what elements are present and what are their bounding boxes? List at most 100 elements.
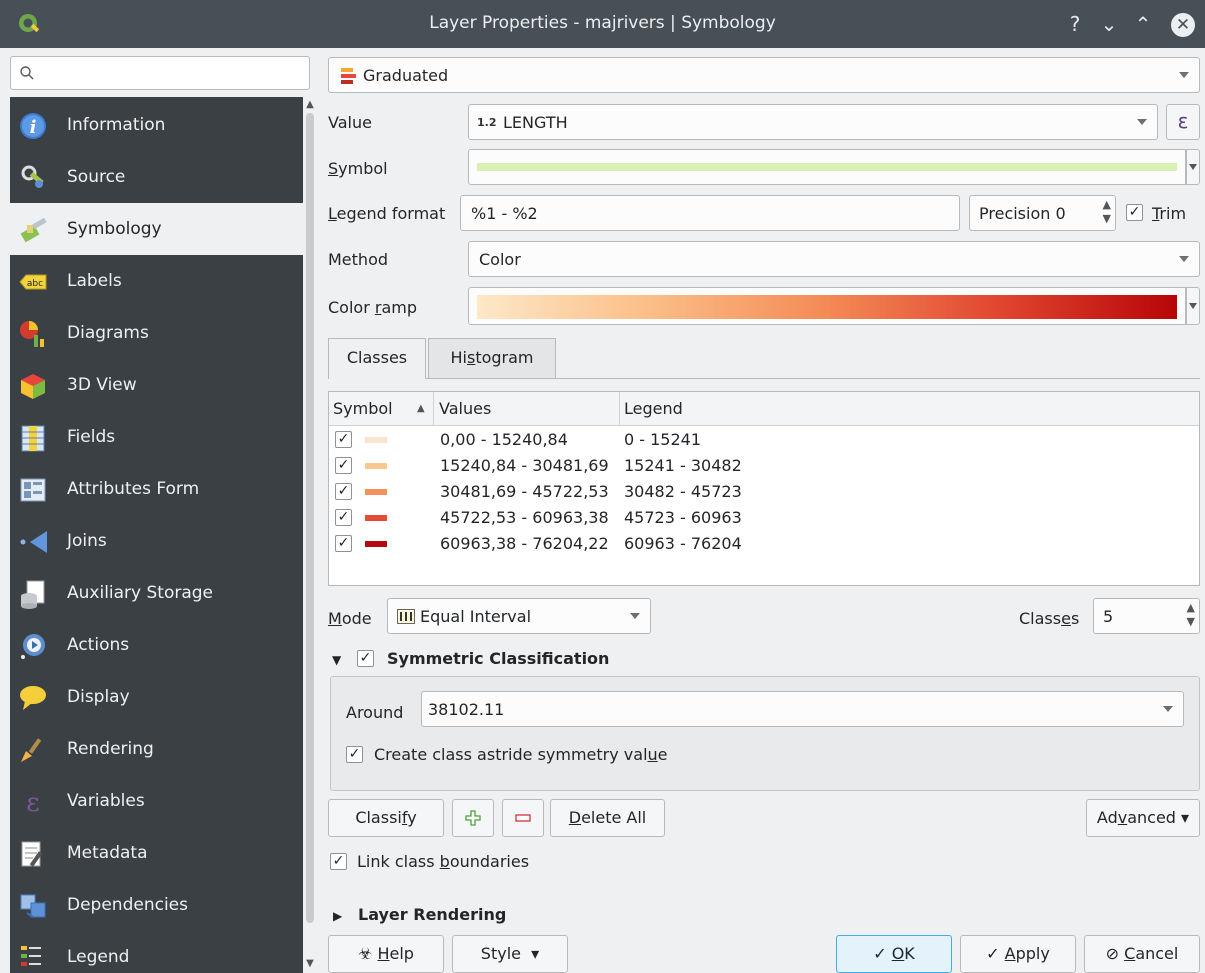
help-window-icon[interactable]: ? <box>1062 10 1088 38</box>
sidebar-item-diagrams[interactable]: Diagrams <box>10 307 303 359</box>
attributes-form-icon <box>20 478 46 502</box>
scroll-down-icon[interactable]: ▼ <box>305 959 315 969</box>
table-row[interactable]: ✓ 45722,53 - 60963,38 45723 - 60963 <box>329 505 1199 531</box>
value-field-select[interactable]: 1.2 LENGTH <box>468 104 1158 140</box>
legend-icon <box>21 946 41 966</box>
advanced-menu-button[interactable]: Advanced ▾ <box>1086 799 1200 837</box>
collapse-triangle-icon[interactable]: ▼ <box>332 653 341 667</box>
table-row[interactable]: ✓ 15240,84 - 30481,69 15241 - 30482 <box>329 453 1199 479</box>
sidebar-item-fields[interactable]: Fields <box>10 411 303 463</box>
precision-spinbox[interactable]: Precision 0 ▲ ▼ <box>969 195 1116 231</box>
around-select[interactable]: 38102.11 <box>421 691 1184 727</box>
mode-select[interactable]: Equal Interval <box>387 598 651 634</box>
checkmark-icon: ✓ <box>986 944 1000 963</box>
scrollbar-thumb[interactable] <box>306 113 314 923</box>
class-visible-checkbox[interactable]: ✓ <box>335 483 352 500</box>
ok-button[interactable]: ✓ OK <box>836 935 952 973</box>
apply-button[interactable]: ✓ Apply <box>960 935 1076 973</box>
trim-checkbox[interactable]: ✓ <box>1126 204 1143 221</box>
plus-icon <box>465 810 481 826</box>
window-titlebar: Layer Properties - majrivers | Symbology… <box>0 0 1205 48</box>
maximize-icon[interactable]: ⌃ <box>1130 10 1156 38</box>
sidebar-item-actions[interactable]: Actions <box>10 619 303 671</box>
classes-table[interactable]: Symbol ▲ Values Legend ✓ 0,00 - 15240,84… <box>328 391 1200 586</box>
method-label: Method <box>328 250 389 269</box>
sidebar-scrollbar[interactable]: ▲ ▼ <box>303 97 317 973</box>
delete-all-button[interactable]: Delete All <box>550 799 665 837</box>
sidebar-item-attributes-form[interactable]: Attributes Form <box>10 463 303 515</box>
symbol-label: Symbol <box>328 159 388 178</box>
class-visible-checkbox[interactable]: ✓ <box>335 535 352 552</box>
link-boundaries-label: Link class boundaries <box>357 852 530 871</box>
expand-triangle-icon[interactable]: ▶ <box>333 909 342 923</box>
sidebar-item-metadata[interactable]: Metadata <box>10 827 303 879</box>
color-ramp-preview <box>477 295 1177 319</box>
sidebar-item-legend[interactable]: Legend <box>10 931 303 973</box>
metadata-icon <box>21 841 43 867</box>
renderer-type-select[interactable]: Graduated <box>328 57 1200 93</box>
add-class-button[interactable] <box>452 799 494 837</box>
search-input[interactable] <box>10 56 310 90</box>
method-select[interactable]: Color <box>468 241 1200 277</box>
sidebar-item-dependencies[interactable]: Dependencies <box>10 879 303 931</box>
spin-arrows-icon[interactable]: ▲ ▼ <box>1103 198 1111 226</box>
value-label: Value <box>328 113 372 132</box>
source-icon <box>21 165 44 188</box>
symbol-button[interactable] <box>468 149 1186 185</box>
numeric-field-icon: 1.2 <box>477 116 497 129</box>
class-symbol-swatch[interactable] <box>365 489 387 495</box>
class-visible-checkbox[interactable]: ✓ <box>335 509 352 526</box>
link-boundaries-checkbox[interactable]: ✓ <box>330 853 347 870</box>
class-symbol-swatch[interactable] <box>365 515 387 521</box>
svg-text:ε: ε <box>26 788 39 817</box>
color-ramp-menu-button[interactable] <box>1186 287 1200 325</box>
sidebar-item-joins[interactable]: Joins <box>10 515 303 567</box>
color-ramp-button[interactable] <box>468 287 1186 325</box>
spin-arrows-icon[interactable]: ▲ ▼ <box>1187 601 1195 629</box>
sidebar-item-auxiliary-storage[interactable]: Auxiliary Storage <box>10 567 303 619</box>
sidebar-item-display[interactable]: Display <box>10 671 303 723</box>
table-row[interactable]: ✓ 60963,38 - 76204,22 60963 - 76204 <box>329 531 1199 557</box>
table-row[interactable]: ✓ 0,00 - 15240,84 0 - 15241 <box>329 427 1199 453</box>
class-symbol-swatch[interactable] <box>365 437 387 443</box>
remove-class-button[interactable] <box>502 799 544 837</box>
diagrams-icon <box>20 321 44 347</box>
symmetric-checkbox[interactable]: ✓ <box>357 650 374 667</box>
astride-label: Create class astride symmetry value <box>374 745 668 764</box>
column-header-values[interactable]: Values <box>439 399 491 418</box>
search-icon <box>20 66 34 80</box>
legend-format-label: Legend format <box>328 204 446 223</box>
sidebar-item-variables[interactable]: ε Variables <box>10 775 303 827</box>
tab-histogram[interactable]: Histogram <box>428 338 556 378</box>
cancel-button[interactable]: ⊘ Cancel <box>1084 935 1200 973</box>
table-row[interactable]: ✓ 30481,69 - 45722,53 30482 - 45723 <box>329 479 1199 505</box>
close-icon[interactable]: ✕ <box>1171 13 1195 37</box>
sidebar-item-labels[interactable]: abc Labels <box>10 255 303 307</box>
tab-classes[interactable]: Classes <box>328 338 426 379</box>
classes-count-spinbox[interactable]: 5 ▲ ▼ <box>1093 598 1200 634</box>
class-visible-checkbox[interactable]: ✓ <box>335 457 352 474</box>
classify-button[interactable]: Classify <box>328 799 444 837</box>
mode-label: Mode <box>328 609 372 628</box>
scroll-up-icon[interactable]: ▲ <box>305 100 315 110</box>
class-symbol-swatch[interactable] <box>365 463 387 469</box>
sidebar-item-symbology[interactable]: Symbology <box>10 203 303 255</box>
help-button[interactable]: ☣ Help <box>328 935 444 973</box>
column-header-legend[interactable]: Legend <box>624 399 683 418</box>
sidebar-item-information[interactable]: i Information <box>10 99 303 151</box>
astride-checkbox[interactable]: ✓ <box>346 746 363 763</box>
expression-button[interactable]: ε <box>1166 104 1200 140</box>
sidebar-item-rendering[interactable]: Rendering <box>10 723 303 775</box>
sidebar-item-3d-view[interactable]: 3D View <box>10 359 303 411</box>
rendering-brush-icon <box>21 738 42 762</box>
class-symbol-swatch[interactable] <box>365 541 387 547</box>
chevron-down-icon <box>1189 164 1197 170</box>
layer-rendering-group-title[interactable]: Layer Rendering <box>358 905 506 924</box>
style-menu-button[interactable]: Style ▾ <box>452 935 568 973</box>
sidebar-item-source[interactable]: Source <box>10 151 303 203</box>
class-visible-checkbox[interactable]: ✓ <box>335 431 352 448</box>
legend-format-input[interactable]: %1 - %2 <box>460 195 960 231</box>
symbol-menu-button[interactable] <box>1186 149 1200 185</box>
column-header-symbol[interactable]: Symbol <box>333 399 393 418</box>
minimize-icon[interactable]: ⌄ <box>1096 10 1122 38</box>
